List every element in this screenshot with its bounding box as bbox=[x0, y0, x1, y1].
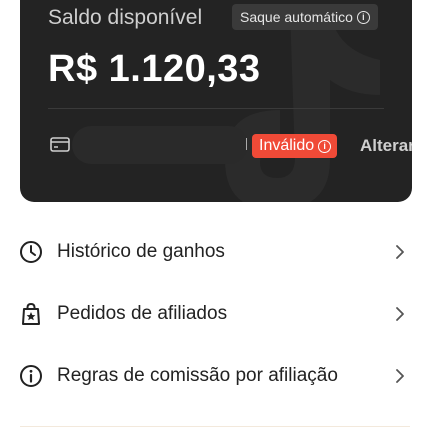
chevron-right-icon bbox=[396, 369, 404, 383]
masked-account-number bbox=[72, 126, 248, 164]
change-account-link[interactable]: Alterar bbox=[360, 136, 412, 156]
divider bbox=[48, 108, 384, 109]
menu-item-earnings-history[interactable]: Histórico de ganhos bbox=[0, 224, 430, 280]
menu-item-commission-rules[interactable]: Regras de comissão por afiliação bbox=[0, 348, 430, 404]
menu-item-label: Pedidos de afiliados bbox=[57, 303, 228, 324]
info-icon[interactable]: i bbox=[356, 10, 370, 24]
separator bbox=[246, 138, 247, 150]
clock-icon bbox=[20, 241, 42, 263]
chevron-right-icon bbox=[396, 245, 404, 259]
menu-item-label: Regras de comissão por afiliação bbox=[57, 365, 338, 386]
credit-card-icon bbox=[50, 137, 70, 152]
balance-amount: R$ 1.120,33 bbox=[48, 48, 261, 90]
divider bbox=[20, 426, 410, 427]
info-icon[interactable]: i bbox=[318, 139, 332, 153]
menu-item-label: Histórico de ganhos bbox=[57, 241, 225, 262]
menu-item-affiliate-orders[interactable]: Pedidos de afiliados bbox=[0, 286, 430, 342]
auto-withdraw-label: Saque automático bbox=[240, 9, 353, 25]
invalid-status-badge[interactable]: Inválido i bbox=[252, 134, 338, 158]
info-icon bbox=[20, 365, 42, 387]
chevron-right-icon bbox=[396, 307, 404, 321]
brand-watermark-icon bbox=[225, 10, 380, 202]
auto-withdraw-badge[interactable]: Saque automático i bbox=[232, 4, 378, 30]
balance-label: Saldo disponível bbox=[48, 6, 203, 29]
invalid-status-label: Inválido bbox=[259, 137, 315, 154]
shopping-bag-star-icon bbox=[22, 302, 40, 325]
balance-card: Saldo disponível Saque automático i R$ 1… bbox=[20, 0, 412, 202]
